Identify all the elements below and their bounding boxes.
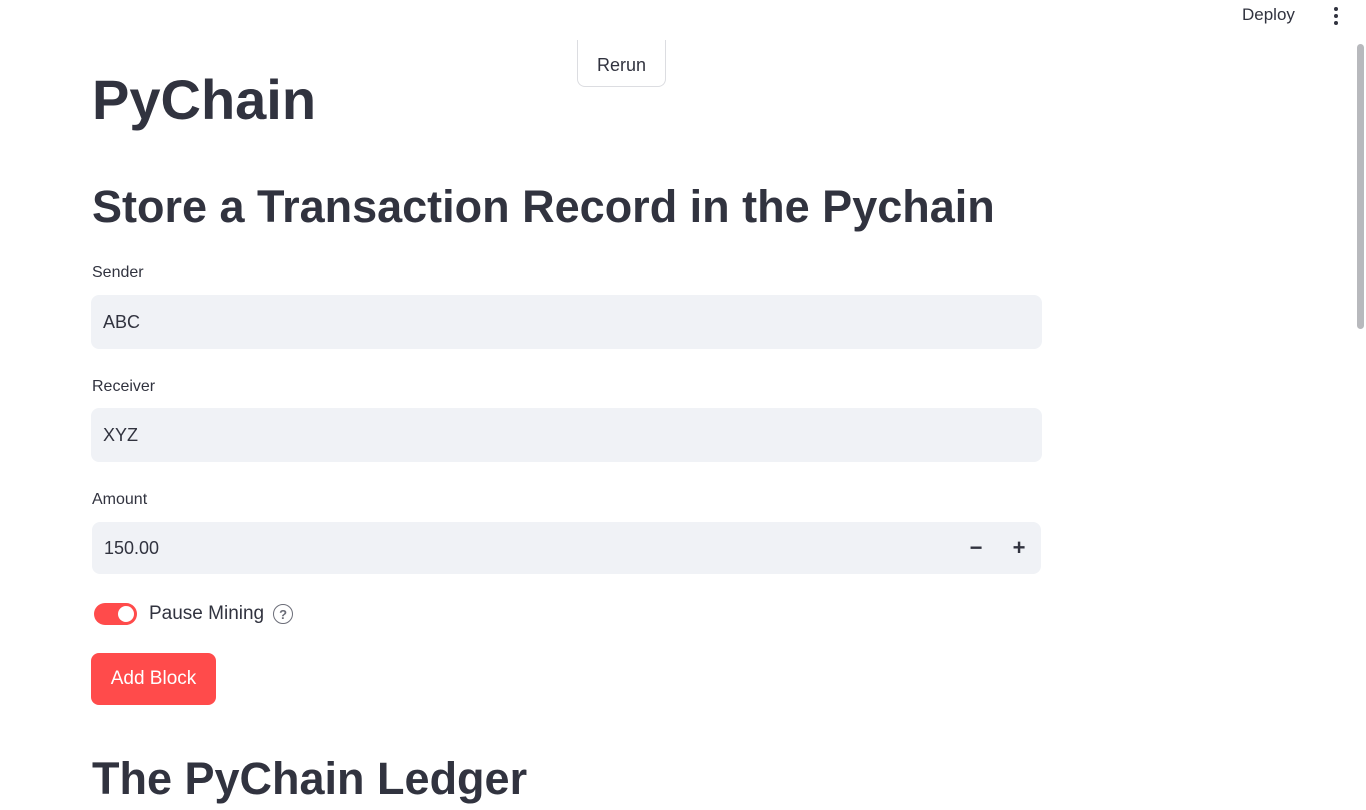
receiver-input[interactable]	[91, 408, 1042, 462]
pause-mining-row: Pause Mining ?	[94, 600, 294, 628]
form-heading: Store a Transaction Record in the Pychai…	[92, 181, 995, 232]
sender-input[interactable]	[91, 295, 1042, 349]
amount-input[interactable]	[92, 522, 952, 574]
ledger-heading: The PyChain Ledger	[92, 753, 528, 804]
amount-number-field: − +	[92, 522, 1041, 574]
page-title: PyChain	[92, 68, 317, 131]
kebab-dot	[1334, 21, 1338, 25]
scrollbar-thumb[interactable]	[1357, 44, 1364, 329]
receiver-label: Receiver	[92, 378, 156, 395]
increment-button[interactable]: +	[999, 528, 1039, 568]
question-circle-icon[interactable]: ?	[273, 604, 294, 624]
sender-label: Sender	[92, 264, 144, 281]
toggle-knob	[118, 606, 134, 622]
app-header: Deploy	[0, 0, 1366, 44]
decrement-button[interactable]: −	[956, 528, 996, 568]
kebab-menu-icon[interactable]	[1326, 4, 1346, 28]
pause-mining-label: Pause Mining	[149, 603, 265, 624]
amount-label: Amount	[92, 491, 148, 508]
rerun-button[interactable]: Rerun	[577, 40, 666, 87]
kebab-dot	[1334, 7, 1338, 11]
add-block-button[interactable]: Add Block	[91, 653, 216, 705]
deploy-button[interactable]: Deploy	[1232, 4, 1305, 26]
pause-mining-toggle[interactable]	[94, 603, 137, 625]
kebab-dot	[1334, 14, 1338, 18]
